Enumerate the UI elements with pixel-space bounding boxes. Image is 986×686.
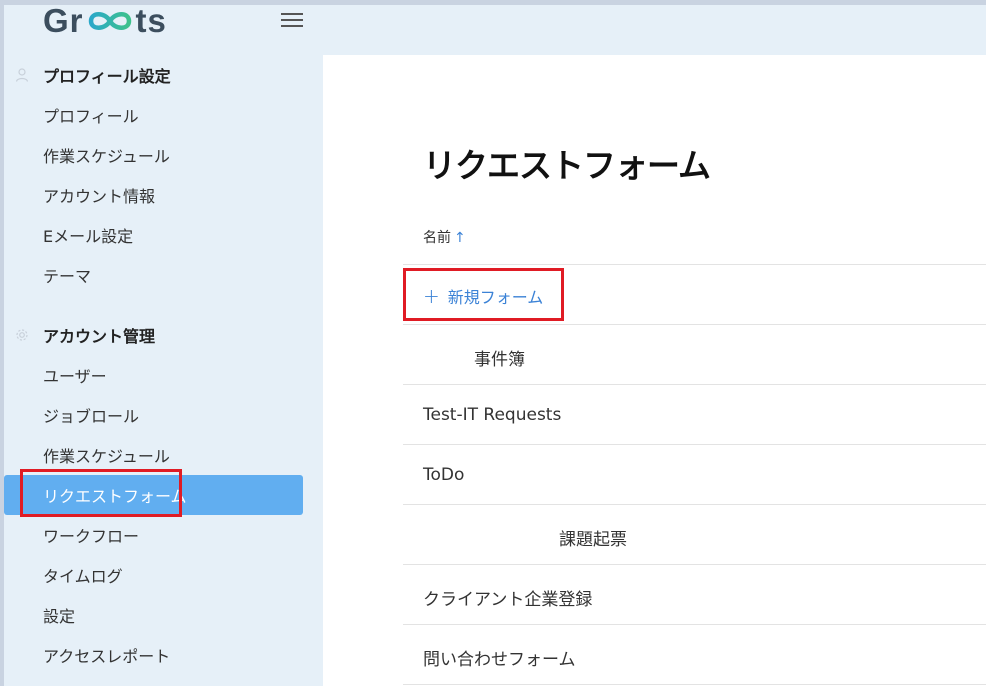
table-row[interactable]: Test-IT Requests [403, 385, 986, 445]
sidebar-item-account-info[interactable]: アカウント情報 [4, 175, 303, 215]
sidebar-item-job-roles[interactable]: ジョブロール [4, 395, 303, 435]
page-title: リクエストフォーム [423, 146, 711, 185]
sidebar-item-label: リクエストフォーム [43, 487, 187, 506]
sidebar: プロフィール設定 プロフィール 作業スケジュール アカウント情報 Eメール設定 … [4, 52, 323, 686]
table-header: 名前 ↑ [403, 205, 986, 265]
hamburger-bar [281, 25, 303, 27]
form-name: ToDo [423, 465, 465, 485]
logo-text-right: ts [135, 2, 167, 39]
new-form-label: 新規フォーム [447, 288, 544, 307]
table-row[interactable]: 課題起票 [403, 505, 986, 565]
sidebar-item-label: 作業スケジュール [43, 147, 170, 166]
hamburger-bar [281, 19, 303, 21]
new-form-row: + 新規フォーム [403, 265, 986, 325]
sidebar-item-profile[interactable]: プロフィール [4, 95, 303, 135]
sidebar-item-users[interactable]: ユーザー [4, 355, 303, 395]
form-name: 事件簿 [423, 350, 525, 370]
table-row[interactable]: ToDo [403, 445, 986, 505]
sidebar-item-label: ユーザー [43, 367, 107, 386]
sidebar-item-label: 作業スケジュール [43, 447, 170, 466]
groots-logo[interactable]: Gr ts [43, 2, 167, 39]
hamburger-bar [281, 13, 303, 15]
table-row[interactable]: 事件簿 [403, 325, 986, 385]
sidebar-item-label: ジョブロール [43, 407, 140, 426]
sidebar-item-label: テーマ [43, 267, 92, 286]
form-name: 課題起票 [423, 530, 627, 550]
form-name: 問い合わせフォーム [423, 650, 576, 670]
sidebar-item-access-report[interactable]: アクセスレポート [4, 635, 303, 675]
sidebar-item-label: Eメール設定 [43, 227, 134, 246]
column-header-label: 名前 [423, 230, 451, 246]
sort-ascending-icon: ↑ [454, 230, 466, 246]
section-header-account-management: アカウント管理 [4, 315, 323, 355]
gear-icon [16, 329, 28, 341]
sidebar-item-time-log[interactable]: タイムログ [4, 555, 303, 595]
sidebar-item-label: プロフィール [43, 107, 139, 126]
plus-icon: + [423, 284, 440, 308]
sidebar-item-theme[interactable]: テーマ [4, 255, 303, 295]
sidebar-item-label: タイムログ [43, 567, 123, 586]
sidebar-item-email-settings[interactable]: Eメール設定 [4, 215, 303, 255]
sidebar-item-work-schedule[interactable]: 作業スケジュール [4, 135, 303, 175]
menu-toggle-button[interactable] [281, 10, 303, 30]
form-name: Test-IT Requests [423, 405, 562, 425]
logo-text-left: Gr [43, 2, 84, 39]
form-name: クライアント企業登録 [423, 590, 593, 610]
sidebar-item-label: ワークフロー [43, 527, 140, 546]
sidebar-item-label: 設定 [43, 607, 76, 626]
infinity-logo-icon [88, 12, 131, 30]
table-row[interactable]: クライアント企業登録 [403, 565, 986, 625]
sidebar-item-work-schedule-admin[interactable]: 作業スケジュール [4, 435, 303, 475]
sidebar-item-settings[interactable]: 設定 [4, 595, 303, 635]
sidebar-item-workflow[interactable]: ワークフロー [4, 515, 303, 555]
user-icon [15, 68, 29, 82]
section-header-profile: プロフィール設定 [4, 55, 323, 95]
sidebar-item-label: アクセスレポート [43, 647, 171, 666]
table-row[interactable]: 問い合わせフォーム [403, 625, 986, 685]
sidebar-item-label: アカウント情報 [43, 187, 156, 206]
section-title: プロフィール設定 [43, 67, 171, 86]
column-header-name[interactable]: 名前 ↑ [423, 227, 466, 247]
new-form-button[interactable]: + 新規フォーム [423, 284, 543, 308]
main-content: リクエストフォーム 名前 ↑ + 新規フォーム 事件簿 Test-IT Reque… [323, 55, 986, 686]
section-title: アカウント管理 [43, 327, 156, 346]
sidebar-item-request-forms[interactable]: リクエストフォーム [4, 475, 303, 515]
